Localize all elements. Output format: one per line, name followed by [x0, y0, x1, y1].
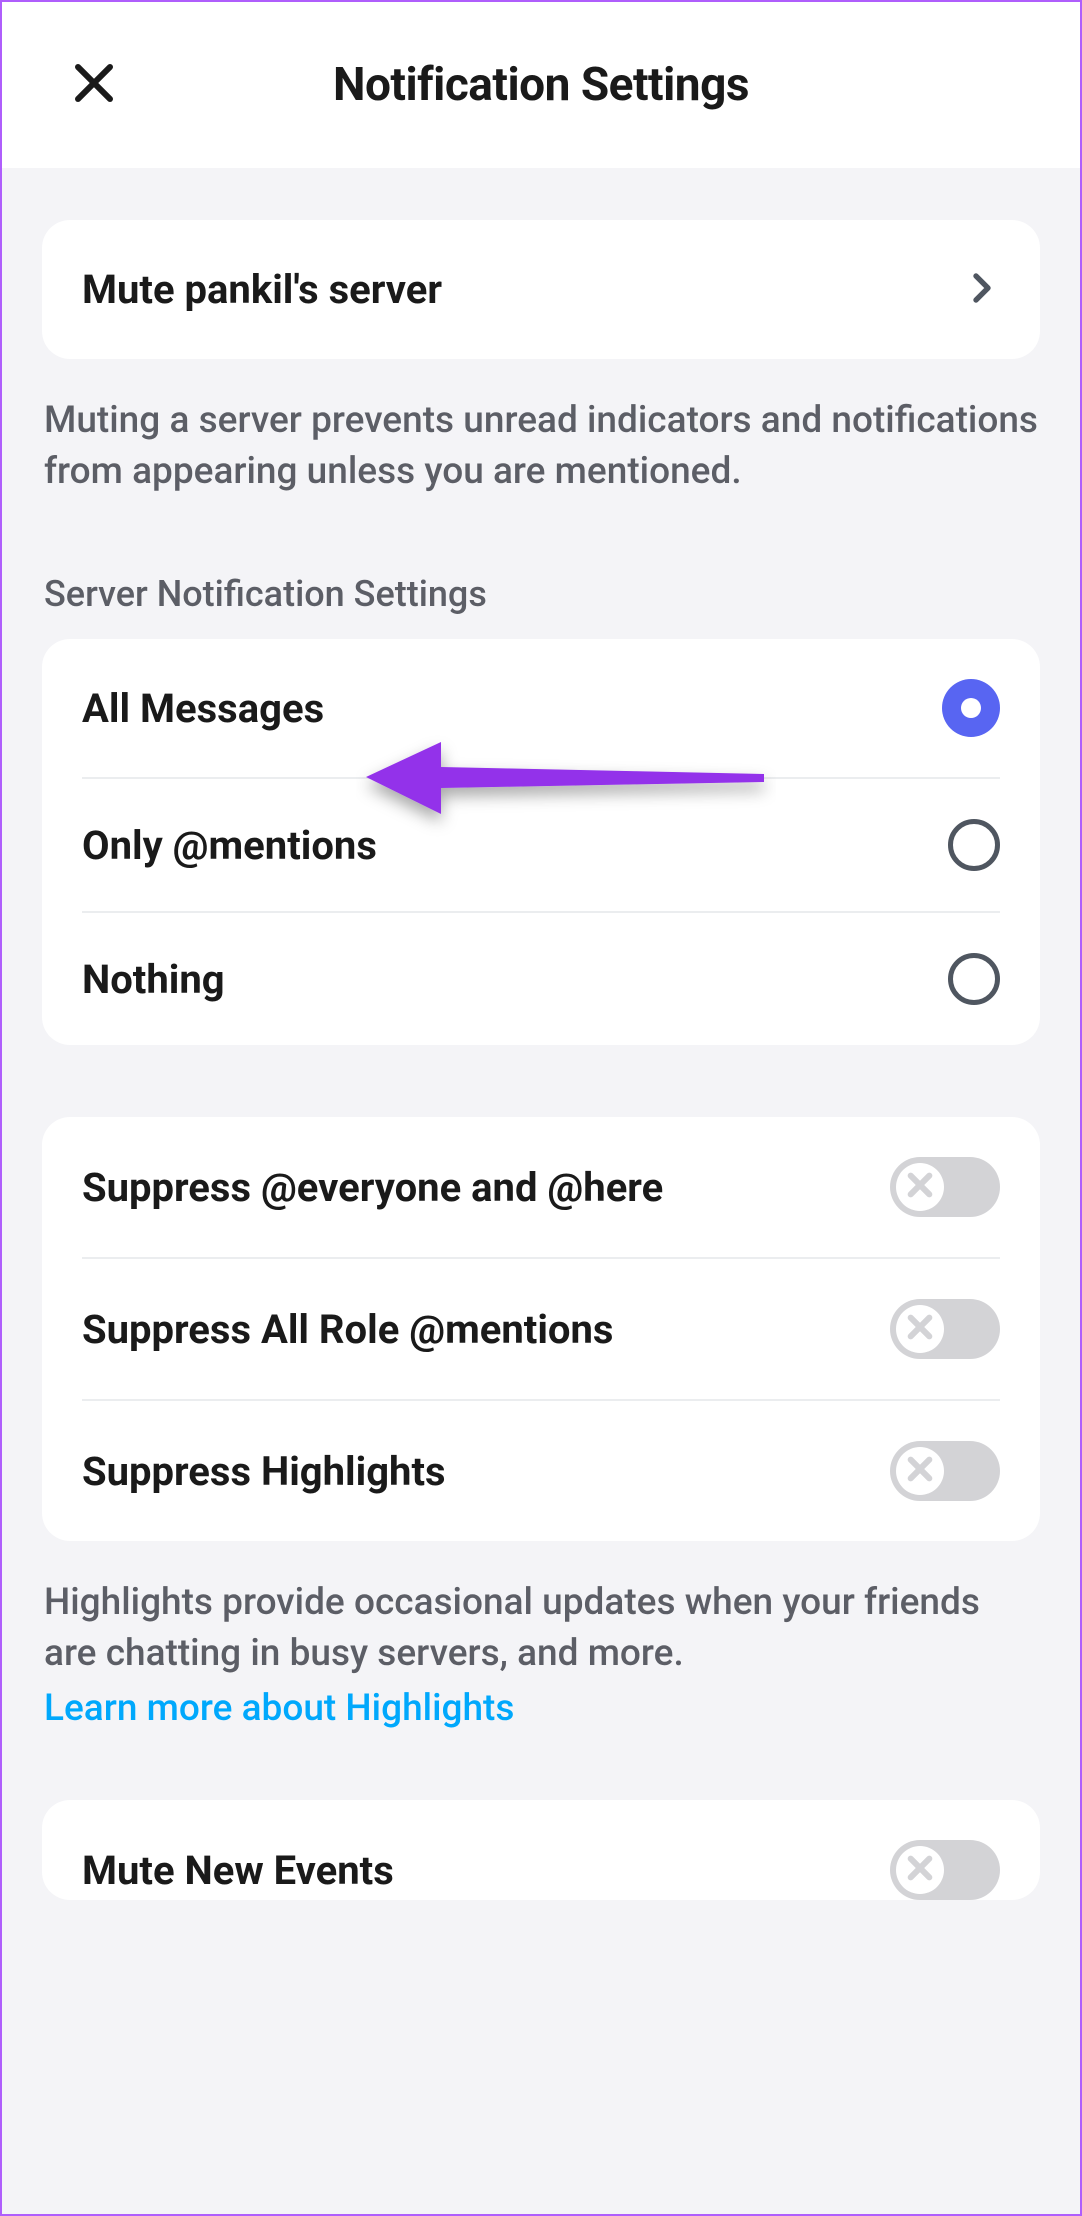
option-label: Nothing: [82, 956, 225, 1003]
x-icon: [904, 1311, 936, 1347]
server-settings-title: Server Notification Settings: [42, 497, 1040, 639]
toggle-knob: [896, 1163, 944, 1211]
notification-options-card: All Messages Only @mentions Nothing: [42, 639, 1040, 1045]
toggle-knob: [896, 1846, 944, 1894]
x-icon: [904, 1453, 936, 1489]
toggle-label: Mute New Events: [82, 1847, 394, 1894]
toggle-switch[interactable]: [890, 1157, 1000, 1217]
toggle-label: Suppress Highlights: [82, 1448, 446, 1495]
mute-server-label: Mute pankil's server: [82, 266, 442, 313]
suppress-card: Suppress @everyone and @here Suppress Al…: [42, 1117, 1040, 1541]
mute-description: Muting a server prevents unread indicato…: [42, 359, 1040, 497]
page-title: Notification Settings: [42, 58, 1040, 112]
option-label: All Messages: [82, 685, 324, 732]
chevron-right-icon: [964, 270, 1000, 310]
suppress-everyone-row[interactable]: Suppress @everyone and @here: [42, 1117, 1040, 1257]
radio-unselected[interactable]: [948, 819, 1000, 871]
toggle-switch[interactable]: [890, 1441, 1000, 1501]
x-icon: [904, 1852, 936, 1888]
option-nothing[interactable]: Nothing: [42, 913, 1040, 1045]
toggle-label: Suppress @everyone and @here: [82, 1164, 663, 1211]
radio-unselected[interactable]: [948, 953, 1000, 1005]
toggle-switch[interactable]: [890, 1840, 1000, 1900]
mute-server-card: Mute pankil's server: [42, 220, 1040, 359]
mute-server-row[interactable]: Mute pankil's server: [42, 220, 1040, 359]
toggle-switch[interactable]: [890, 1299, 1000, 1359]
events-card: Mute New Events: [42, 1800, 1040, 1900]
radio-selected[interactable]: [942, 679, 1000, 737]
header: Notification Settings: [2, 2, 1080, 168]
x-icon: [904, 1169, 936, 1205]
highlights-description: Highlights provide occasional updates wh…: [42, 1541, 1040, 1679]
toggle-knob: [896, 1447, 944, 1495]
mute-new-events-row[interactable]: Mute New Events: [42, 1800, 1040, 1900]
close-icon: [70, 92, 118, 111]
option-all-messages[interactable]: All Messages: [42, 639, 1040, 777]
suppress-role-mentions-row[interactable]: Suppress All Role @mentions: [42, 1259, 1040, 1399]
highlights-link[interactable]: Learn more about Highlights: [42, 1679, 1040, 1730]
suppress-highlights-row[interactable]: Suppress Highlights: [42, 1401, 1040, 1541]
close-button[interactable]: [70, 59, 118, 111]
toggle-label: Suppress All Role @mentions: [82, 1306, 613, 1353]
option-only-mentions[interactable]: Only @mentions: [42, 779, 1040, 911]
option-label: Only @mentions: [82, 822, 377, 869]
toggle-knob: [896, 1305, 944, 1353]
